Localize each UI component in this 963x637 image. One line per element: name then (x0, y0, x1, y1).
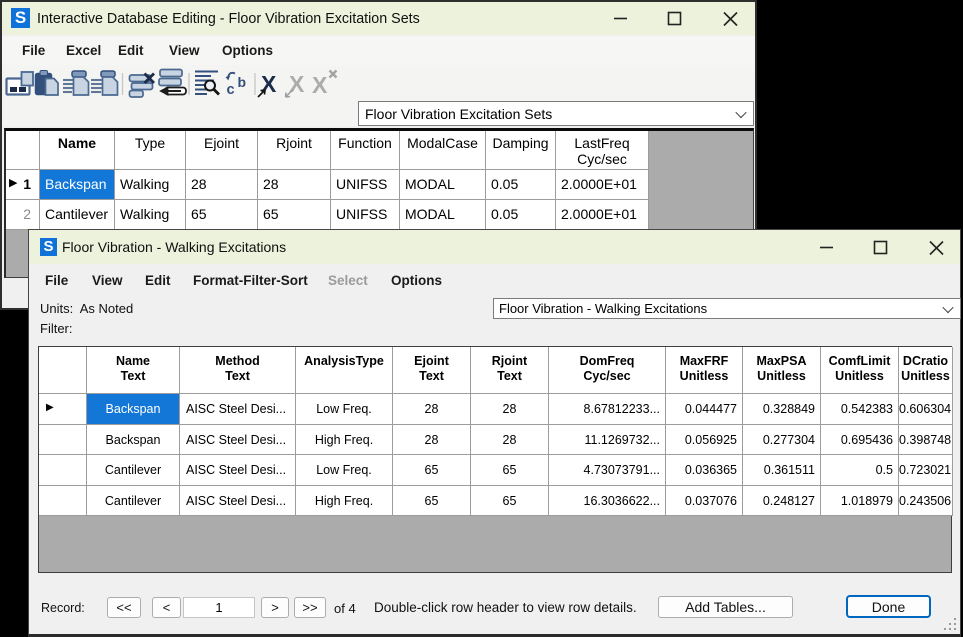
svg-text:X: X (289, 71, 305, 97)
svg-text:X: X (261, 71, 277, 97)
svg-text:c: c (227, 82, 235, 98)
svg-text:b: b (238, 74, 247, 90)
svg-text:X: X (312, 72, 328, 98)
